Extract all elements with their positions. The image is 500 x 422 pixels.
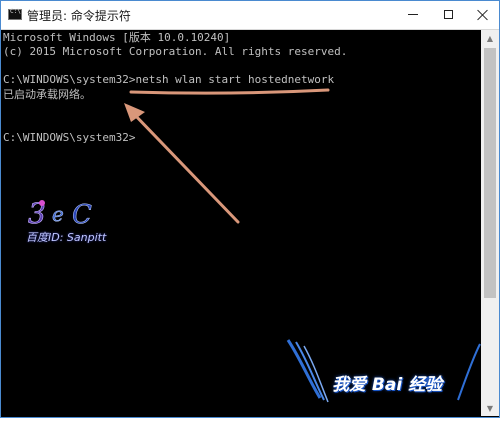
watermark-text-left: 百度ID: Sanpitt	[26, 231, 107, 244]
console-line: Microsoft Windows [版本 10.0.10240]	[3, 31, 231, 44]
watermark-logo-icon: 3 e C	[28, 197, 93, 231]
svg-text:C: C	[72, 200, 92, 230]
watermark-baidu-jingyan: 我爱 Bai 经验	[280, 338, 500, 418]
maximize-button[interactable]	[433, 1, 463, 28]
close-button[interactable]	[468, 1, 498, 28]
window-title: 管理员: 命令提示符	[27, 9, 131, 23]
command-result-line: 已启动承载网络。	[3, 88, 91, 101]
svg-text:e: e	[52, 202, 64, 226]
close-icon	[477, 9, 489, 21]
scroll-up-icon[interactable]: ▲	[481, 30, 499, 46]
watermark-logo-left: 3 e C 百度ID: Sanpitt	[26, 193, 124, 247]
cmd-icon	[8, 8, 22, 20]
minimize-icon	[408, 14, 418, 15]
prompt-line[interactable]: C:\WINDOWS\system32>	[3, 131, 135, 145]
watermark-text-right: 我爱 Bai 经验	[332, 375, 443, 395]
maximize-icon	[443, 10, 453, 19]
scrollbar-thumb[interactable]	[484, 48, 496, 298]
console-line: (c) 2015 Microsoft Corporation. All righ…	[3, 45, 348, 58]
title-bar[interactable]: 管理员: 命令提示符	[1, 1, 499, 30]
minimize-button[interactable]	[398, 1, 428, 28]
command-line: C:\WINDOWS\system32>netsh wlan start hos…	[3, 73, 335, 86]
